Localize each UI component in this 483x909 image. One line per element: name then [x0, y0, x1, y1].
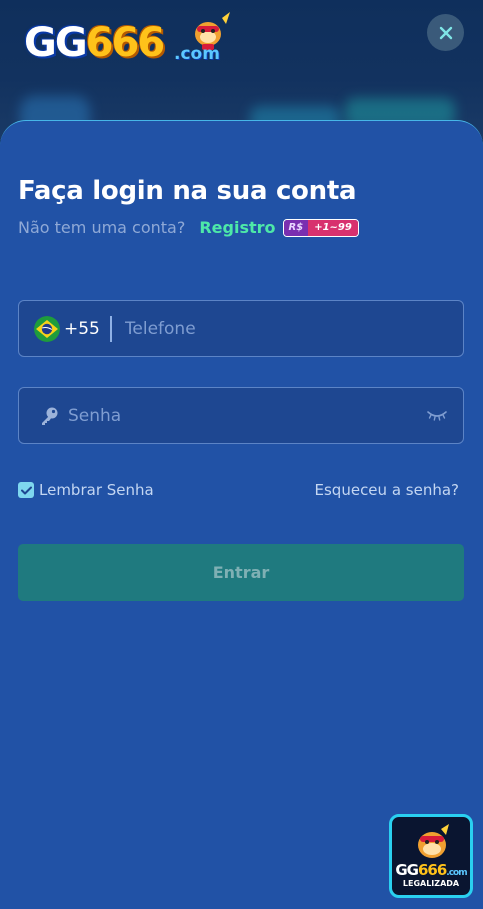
- close-icon: [439, 26, 452, 39]
- logo-suffix: .com: [174, 44, 220, 64]
- logo-text: GG666: [24, 20, 165, 66]
- remember-password-toggle[interactable]: Lembrar Senha: [18, 481, 154, 499]
- badge-logo-suffix: .com: [446, 868, 467, 878]
- badge-logo-text: GG666.com: [392, 861, 470, 879]
- checkmark-icon: [20, 486, 32, 494]
- logo-number: 666: [85, 20, 165, 66]
- eye-closed-icon[interactable]: [427, 408, 447, 422]
- brazil-flag-icon[interactable]: [34, 315, 60, 342]
- register-link[interactable]: Registro: [199, 218, 275, 237]
- logo-prefix: GG: [24, 20, 88, 66]
- brand-logo: GG666 .com: [24, 12, 244, 68]
- tiger-mascot-icon: [418, 824, 449, 858]
- remember-checkbox[interactable]: [18, 482, 34, 498]
- badge-logo-prefix: GG: [395, 861, 419, 879]
- password-input[interactable]: [68, 405, 388, 426]
- country-code[interactable]: +55: [64, 319, 100, 339]
- forgot-password-link[interactable]: Esqueceu a senha?: [315, 481, 459, 499]
- key-icon: [42, 407, 58, 425]
- remember-label: Lembrar Senha: [39, 481, 154, 499]
- bonus-amount: +1~99: [308, 219, 358, 236]
- login-modal: Faça login na sua conta Não tem uma cont…: [0, 120, 483, 909]
- modal-title: Faça login na sua conta: [18, 176, 357, 206]
- field-divider: [109, 315, 112, 342]
- legalizada-badge[interactable]: GG666.com LEGALIZADA: [389, 814, 473, 898]
- login-button[interactable]: Entrar: [18, 544, 464, 601]
- no-account-text: Não tem uma conta?: [18, 218, 186, 237]
- bonus-currency: R$: [283, 219, 309, 236]
- phone-field: +55: [18, 300, 464, 357]
- phone-input[interactable]: [124, 318, 425, 339]
- password-field: [18, 387, 464, 444]
- badge-logo-number: 666: [417, 861, 447, 879]
- badge-subtitle: LEGALIZADA: [402, 879, 460, 888]
- close-button[interactable]: [427, 14, 464, 51]
- register-prompt: Não tem uma conta? Registro R$ +1~99: [18, 218, 359, 237]
- register-bonus-badge: R$ +1~99: [282, 218, 359, 237]
